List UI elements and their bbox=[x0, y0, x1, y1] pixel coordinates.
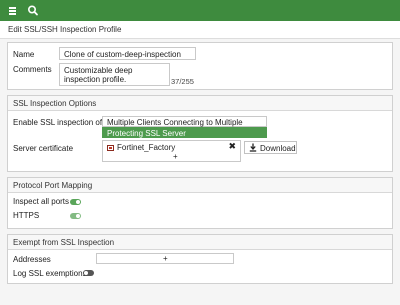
general-section: Name Clone of custom-deep-inspection Com… bbox=[7, 42, 393, 90]
download-icon bbox=[249, 143, 257, 152]
inspect-all-ports-label: Inspect all ports bbox=[13, 197, 70, 206]
add-certificate-button[interactable]: + bbox=[173, 152, 178, 161]
name-field[interactable]: Clone of custom-deep-inspection bbox=[59, 47, 196, 60]
page-title-bar: Edit SSL/SSH Inspection Profile bbox=[0, 21, 400, 39]
log-ssl-exemptions-label: Log SSL exemptions bbox=[13, 269, 87, 278]
addresses-field[interactable]: + bbox=[96, 253, 234, 264]
enable-ssl-label: Enable SSL inspection of bbox=[13, 118, 103, 127]
option-multiple-clients[interactable]: Multiple Clients Connecting to Multiple … bbox=[102, 116, 267, 136]
add-address-button[interactable]: + bbox=[163, 254, 168, 263]
comments-field[interactable]: Customizable deep inspection profile. bbox=[59, 63, 170, 86]
https-label: HTTPS bbox=[13, 211, 40, 220]
ssl-inspection-options-section: SSL Inspection Options Enable SSL inspec… bbox=[7, 95, 393, 172]
server-certificate-label: Server certificate bbox=[13, 144, 74, 153]
exempt-section: Exempt from SSL Inspection Addresses + L… bbox=[7, 234, 393, 284]
comments-label: Comments bbox=[13, 65, 52, 74]
server-certificate-field[interactable]: Fortinet_Factory ✖ + bbox=[102, 140, 241, 162]
port-mapping-heading: Protocol Port Mapping bbox=[13, 181, 93, 190]
download-button[interactable]: Download bbox=[244, 141, 297, 154]
option-protecting-ssl-server[interactable]: Protecting SSL Server bbox=[102, 127, 267, 138]
remove-certificate-icon[interactable]: ✖ bbox=[228, 142, 236, 151]
exempt-heading: Exempt from SSL Inspection bbox=[13, 238, 115, 247]
log-ssl-exemptions-toggle[interactable] bbox=[83, 270, 94, 276]
search-icon[interactable] bbox=[25, 0, 41, 21]
certificate-name: Fortinet_Factory bbox=[117, 143, 176, 152]
certificate-icon bbox=[107, 144, 114, 151]
section-header: Exempt from SSL Inspection bbox=[8, 235, 392, 250]
inspect-all-ports-toggle[interactable] bbox=[70, 199, 81, 205]
section-header: Protocol Port Mapping bbox=[8, 178, 392, 193]
page-title: Edit SSL/SSH Inspection Profile bbox=[8, 25, 122, 34]
hamburger-menu-icon[interactable] bbox=[6, 0, 22, 21]
addresses-label: Addresses bbox=[13, 255, 51, 264]
https-toggle[interactable] bbox=[70, 213, 81, 219]
download-label: Download bbox=[260, 144, 296, 153]
section-header: SSL Inspection Options bbox=[8, 96, 392, 111]
comments-counter: 37/255 bbox=[171, 77, 194, 86]
name-label: Name bbox=[13, 50, 35, 59]
protocol-port-mapping-section: Protocol Port Mapping Inspect all ports … bbox=[7, 177, 393, 229]
ssl-options-heading: SSL Inspection Options bbox=[13, 99, 97, 108]
top-bar bbox=[0, 0, 400, 21]
